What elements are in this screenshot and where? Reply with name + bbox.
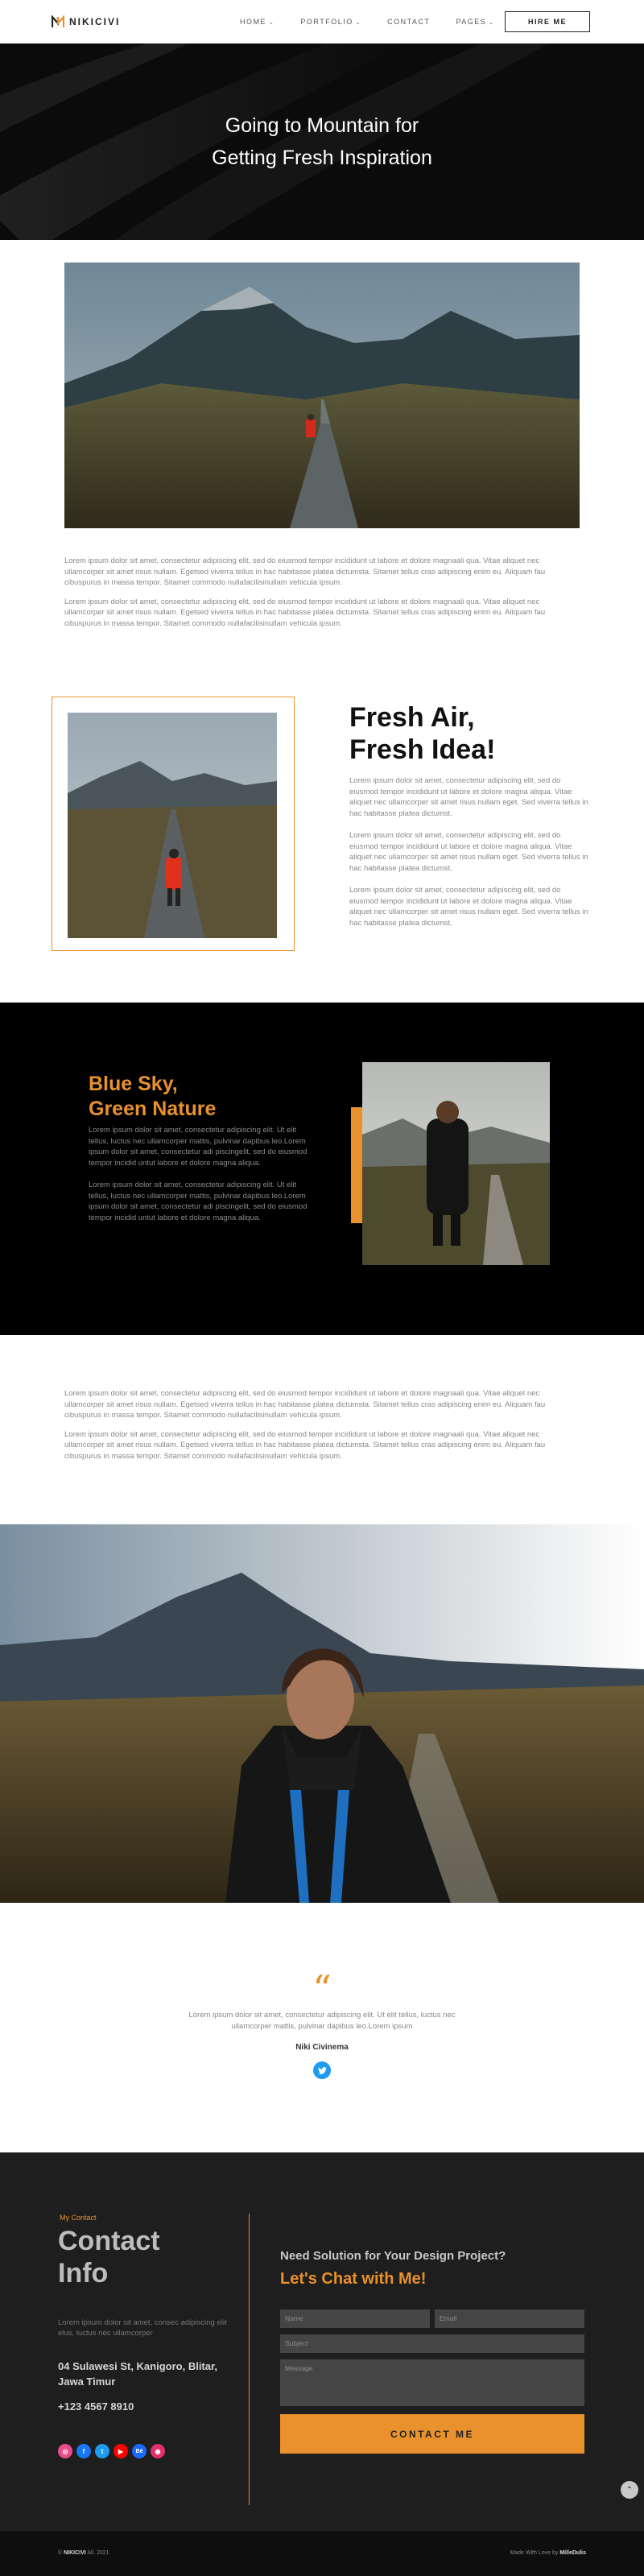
copyright: © NIKICIVI All. 2021 xyxy=(58,2550,109,2556)
dark-title-line2: Green Nature xyxy=(89,1098,217,1120)
fresh-air-title: Fresh Air, Fresh Idea! xyxy=(349,701,495,766)
main-nav: HOME ⌄ PORTFOLIO ⌄ CONTACT PAGES ⌄ xyxy=(240,0,495,43)
woman-closeup-photo xyxy=(0,1524,644,1903)
blue-sky-text: Lorem ipsum dolor sit amet, consectetur … xyxy=(89,1125,308,1223)
testimonial-text: Lorem ipsum dolor sit amet, consectetur … xyxy=(188,2011,456,2031)
woman-portrait-photo xyxy=(362,1062,550,1265)
site-footer: © NIKICIVI All. 2021 Made With Love by M… xyxy=(0,2531,644,2576)
testimonial-author: Niki Civinema xyxy=(295,2043,349,2052)
fresh-paragraph: Lorem ipsum dolor sit amet, consectetur … xyxy=(349,776,588,818)
copyright-year: All. 2021 xyxy=(87,2550,109,2556)
behance-icon[interactable]: Bē xyxy=(132,2444,147,2458)
chevron-down-icon: ⌄ xyxy=(489,20,495,26)
testimonial-section: “ Lorem ipsum dolor sit amet, consectetu… xyxy=(0,1903,644,2152)
nav-portfolio[interactable]: PORTFOLIO ⌄ xyxy=(300,18,361,26)
contact-section: My Contact Contact Info Lorem ipsum dolo… xyxy=(0,2152,644,2531)
article-paragraph: Lorem ipsum dolor sit amet, consectetur … xyxy=(64,556,546,587)
article-text: Lorem ipsum dolor sit amet, consectetur … xyxy=(0,556,644,629)
contact-description: Lorem ipsum dolor sit amet, consec adipi… xyxy=(58,2318,227,2338)
logo-text: NIKICIVI xyxy=(69,16,121,27)
article-text-2: Lorem ipsum dolor sit amet, consectetur … xyxy=(0,1335,644,1524)
contact-title-line1: Contact xyxy=(58,2226,160,2256)
logo[interactable]: NIKICIVI xyxy=(51,14,121,28)
article-paragraph: Lorem ipsum dolor sit amet, consectetur … xyxy=(64,597,546,628)
site-header: NIKICIVI HOME ⌄ PORTFOLIO ⌄ CONTACT PAGES ⌄… xyxy=(0,0,644,43)
fresh-paragraph: Lorem ipsum dolor sit amet, consectetur … xyxy=(349,831,588,873)
dark-paragraph: Lorem ipsum dolor sit amet, consectetur … xyxy=(89,1180,308,1222)
nav-home-label: HOME xyxy=(240,18,266,26)
form-subtitle: Let's Chat with Me! xyxy=(280,2270,427,2288)
nav-pages-label: PAGES xyxy=(456,18,487,26)
message-field[interactable]: Message xyxy=(280,2359,584,2406)
form-title: Need Solution for Your Design Project? xyxy=(280,2249,506,2263)
article-paragraph: Lorem ipsum dolor sit amet, consectetur … xyxy=(64,1429,546,1461)
contact-me-button[interactable]: CONTACT ME xyxy=(280,2414,584,2454)
twitter-icon[interactable] xyxy=(313,2061,331,2079)
nav-pages[interactable]: PAGES ⌄ xyxy=(456,18,494,26)
twitter-icon[interactable]: t xyxy=(95,2444,109,2458)
fresh-air-section: Fresh Air, Fresh Idea! Lorem ipsum dolor… xyxy=(0,648,644,1003)
hero-banner: Going to Mountain for Getting Fresh Insp… xyxy=(0,43,644,240)
contact-tag: My Contact xyxy=(60,2214,97,2222)
made-by: Made With Love by MilleDulis xyxy=(510,2550,586,2556)
fresh-title-line2: Fresh Idea! xyxy=(349,734,496,765)
hero-title-line2: Getting Fresh Inspiration xyxy=(212,147,432,169)
fresh-air-text: Lorem ipsum dolor sit amet, consectetur … xyxy=(349,775,591,928)
fresh-title-line1: Fresh Air, xyxy=(349,702,475,733)
hero-title: Going to Mountain for Getting Fresh Insp… xyxy=(212,110,432,174)
hire-me-button[interactable]: HIRE ME xyxy=(505,11,590,32)
fresh-paragraph: Lorem ipsum dolor sit amet, consectetur … xyxy=(349,886,588,928)
youtube-icon[interactable]: ▶ xyxy=(114,2444,128,2458)
subject-field[interactable]: Subject xyxy=(280,2334,584,2353)
dark-title-line1: Blue Sky, xyxy=(89,1073,178,1095)
contact-address: 04 Sulawesi St, Kanigoro, Blitar, Jawa T… xyxy=(58,2360,217,2388)
copyright-brand: NIKICIVI xyxy=(64,2550,86,2556)
article-paragraph: Lorem ipsum dolor sit amet, consectetur … xyxy=(64,1389,546,1420)
instagram-icon[interactable]: ◉ xyxy=(151,2444,165,2458)
name-field[interactable]: Name xyxy=(280,2309,430,2328)
dark-paragraph: Lorem ipsum dolor sit amet, consectetur … xyxy=(89,1126,308,1168)
email-field[interactable]: Email xyxy=(435,2309,584,2328)
nav-contact-label: CONTACT xyxy=(387,18,431,26)
copyright-symbol: © xyxy=(58,2550,63,2556)
facebook-icon[interactable]: f xyxy=(76,2444,91,2458)
contact-phone: +123 4567 8910 xyxy=(58,2400,134,2413)
blue-sky-title: Blue Sky, Green Nature xyxy=(89,1072,216,1122)
logo-mark-icon xyxy=(51,14,65,28)
dribbble-icon[interactable]: ◎ xyxy=(58,2444,72,2458)
nav-contact[interactable]: CONTACT xyxy=(387,18,430,26)
nav-portfolio-label: PORTFOLIO xyxy=(300,18,353,26)
contact-title: Contact Info xyxy=(58,2225,160,2289)
made-by-text: Made With Love by xyxy=(510,2550,559,2556)
chevron-down-icon: ⌄ xyxy=(355,20,362,26)
nav-home[interactable]: HOME ⌄ xyxy=(240,18,275,26)
social-links: ◎ f t ▶ Bē ◉ xyxy=(58,2444,165,2458)
blue-sky-section: Blue Sky, Green Nature Lorem ipsum dolor… xyxy=(0,1003,644,1335)
quote-icon: “ xyxy=(312,1967,332,2011)
scroll-top-icon[interactable]: ⌃ xyxy=(621,2481,638,2499)
hiker-road-photo xyxy=(68,713,277,938)
mountain-road-photo xyxy=(64,263,580,528)
contact-title-line2: Info xyxy=(58,2258,109,2289)
divider xyxy=(249,2214,250,2505)
made-by-brand[interactable]: MilleDulis xyxy=(559,2550,586,2556)
hero-title-line1: Going to Mountain for xyxy=(225,114,419,137)
chevron-down-icon: ⌄ xyxy=(269,20,275,26)
